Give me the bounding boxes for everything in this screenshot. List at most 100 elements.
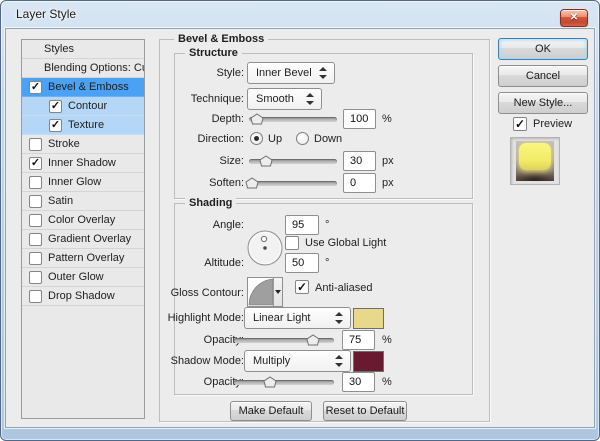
style-select[interactable]: Inner Bevel [247, 62, 335, 84]
preview-label: Preview [533, 118, 573, 130]
technique-label: Technique: [190, 93, 244, 105]
slider-thumb[interactable] [306, 334, 320, 346]
slider-thumb[interactable] [259, 155, 273, 167]
style-enable-checkbox[interactable] [29, 232, 42, 246]
sidebar-item-label: Texture [68, 119, 105, 131]
highlight-mode-label: Highlight Mode: [167, 312, 244, 324]
highlight-opacity-input[interactable] [342, 330, 375, 350]
percent-unit: % [382, 334, 392, 346]
make-default-button[interactable]: Make Default [230, 401, 312, 421]
style-enable-checkbox[interactable]: ✓ [29, 156, 42, 170]
size-slider[interactable] [249, 155, 337, 167]
angle-degree: ° [325, 219, 330, 231]
style-enable-checkbox[interactable] [29, 175, 42, 189]
slider-thumb[interactable] [263, 376, 277, 388]
close-button[interactable]: ✕ [560, 9, 588, 27]
sidebar-item-drop-shadow[interactable]: Drop Shadow [22, 287, 144, 306]
updown-arrows-icon [306, 89, 315, 109]
style-enable-checkbox[interactable]: ✓ [29, 80, 42, 94]
contour-dropdown-arrow[interactable] [273, 278, 282, 306]
gloss-contour-picker[interactable] [247, 277, 283, 307]
style-select-value: Inner Bevel [256, 67, 312, 79]
shadow-opacity-input[interactable] [342, 372, 375, 392]
anti-aliased-checkbox[interactable]: ✓ [295, 280, 309, 294]
sidebar-item-blending-options[interactable]: Blending Options: Custom [22, 59, 144, 78]
slider-thumb[interactable] [245, 177, 259, 189]
style-enable-checkbox[interactable]: ✓ [49, 118, 62, 132]
sidebar-item-stroke[interactable]: Stroke [22, 135, 144, 154]
slider-track[interactable] [234, 380, 334, 385]
style-enable-checkbox[interactable] [29, 289, 42, 303]
ok-button[interactable]: OK [498, 38, 588, 60]
shadow-mode-value: Multiply [253, 355, 291, 367]
style-enable-checkbox[interactable] [29, 194, 42, 208]
use-global-light-label: Use Global Light [305, 237, 387, 249]
highlight-opacity-slider[interactable] [234, 334, 334, 346]
direction-down-label: Down [314, 133, 343, 145]
new-style-button[interactable]: New Style... [498, 92, 588, 114]
sidebar-item-inner-shadow[interactable]: ✓ Inner Shadow [22, 154, 144, 173]
style-label: Style: [216, 67, 244, 79]
sidebar-item-contour[interactable]: ✓ Contour [22, 97, 144, 116]
depth-input[interactable] [343, 109, 376, 129]
percent-unit: % [382, 376, 392, 388]
sidebar-item-pattern-overlay[interactable]: Pattern Overlay [22, 249, 144, 268]
style-enable-checkbox[interactable]: ✓ [49, 99, 62, 113]
style-enable-checkbox[interactable] [29, 251, 42, 265]
sidebar-item-inner-glow[interactable]: Inner Glow [22, 173, 144, 192]
highlight-mode-value: Linear Light [253, 312, 311, 324]
altitude-degree: ° [325, 257, 330, 269]
direction-up-radio[interactable] [250, 132, 263, 145]
sidebar-item-bevel-emboss[interactable]: ✓ Bevel & Emboss [22, 78, 144, 97]
shadow-mode-select[interactable]: Multiply [244, 350, 351, 372]
style-enable-checkbox[interactable] [29, 270, 42, 284]
shadow-color-swatch[interactable] [353, 351, 384, 372]
highlight-mode-row: Highlight Mode: Linear Light [168, 307, 472, 329]
sidebar-item-label: Gradient Overlay [48, 233, 132, 245]
depth-slider[interactable] [249, 113, 337, 125]
sidebar-header-label: Styles [44, 43, 74, 55]
sidebar-header-styles[interactable]: Styles [22, 40, 144, 59]
soften-slider[interactable] [245, 177, 337, 189]
sidebar-item-color-overlay[interactable]: Color Overlay [22, 211, 144, 230]
styles-sidebar: Styles Blending Options: Custom ✓ Bevel &… [21, 39, 145, 419]
style-enable-checkbox[interactable] [29, 137, 42, 151]
shadow-opacity-slider[interactable] [234, 376, 334, 388]
reset-to-default-button[interactable]: Reset to Default [323, 401, 407, 421]
size-row: Size: px [175, 150, 472, 172]
technique-select[interactable]: Smooth [247, 88, 322, 110]
dial-marker[interactable] [260, 235, 268, 243]
highlight-opacity-row: Opacity: % [175, 330, 472, 350]
preview-checkbox[interactable]: ✓ [513, 117, 527, 131]
slider-thumb[interactable] [250, 113, 264, 125]
sidebar-item-gradient-overlay[interactable]: Gradient Overlay [22, 230, 144, 249]
sidebar-item-texture[interactable]: ✓ Texture [22, 116, 144, 135]
angle-label: Angle: [212, 219, 244, 231]
close-icon: ✕ [569, 12, 579, 23]
depth-row: Depth: % [175, 108, 472, 130]
altitude-input[interactable] [285, 253, 319, 273]
altitude-row: Altitude: ° [175, 253, 472, 273]
size-input[interactable] [343, 151, 376, 171]
style-enable-checkbox[interactable] [29, 213, 42, 227]
layer-style-dialog: Layer Style ✕ Styles Blending Options: C… [0, 0, 600, 441]
size-label: Size: [219, 155, 244, 167]
dialog-content: Styles Blending Options: Custom ✓Bevel &… [5, 28, 595, 428]
style-preview-thumbnail [516, 141, 554, 181]
preview-thumbnail-well [510, 137, 560, 185]
structure-group-title: Structure [185, 46, 242, 60]
highlight-color-swatch[interactable] [353, 308, 384, 329]
title-bar[interactable]: Layer Style ✕ [1, 1, 599, 28]
direction-up-label: Up [268, 133, 283, 145]
sidebar-item-outer-glow[interactable]: Outer Glow [22, 268, 144, 287]
direction-down-radio[interactable] [296, 132, 309, 145]
use-global-light-checkbox[interactable] [285, 236, 299, 250]
sidebar-item-satin[interactable]: Satin [22, 192, 144, 211]
angle-input[interactable] [285, 215, 319, 235]
anti-aliased-label: Anti-aliased [315, 282, 373, 294]
highlight-mode-select[interactable]: Linear Light [244, 307, 351, 329]
cancel-button[interactable]: Cancel [498, 65, 588, 87]
slider-track[interactable] [249, 181, 337, 186]
soften-input[interactable] [343, 173, 376, 193]
sidebar-item-label: Outer Glow [48, 271, 104, 283]
